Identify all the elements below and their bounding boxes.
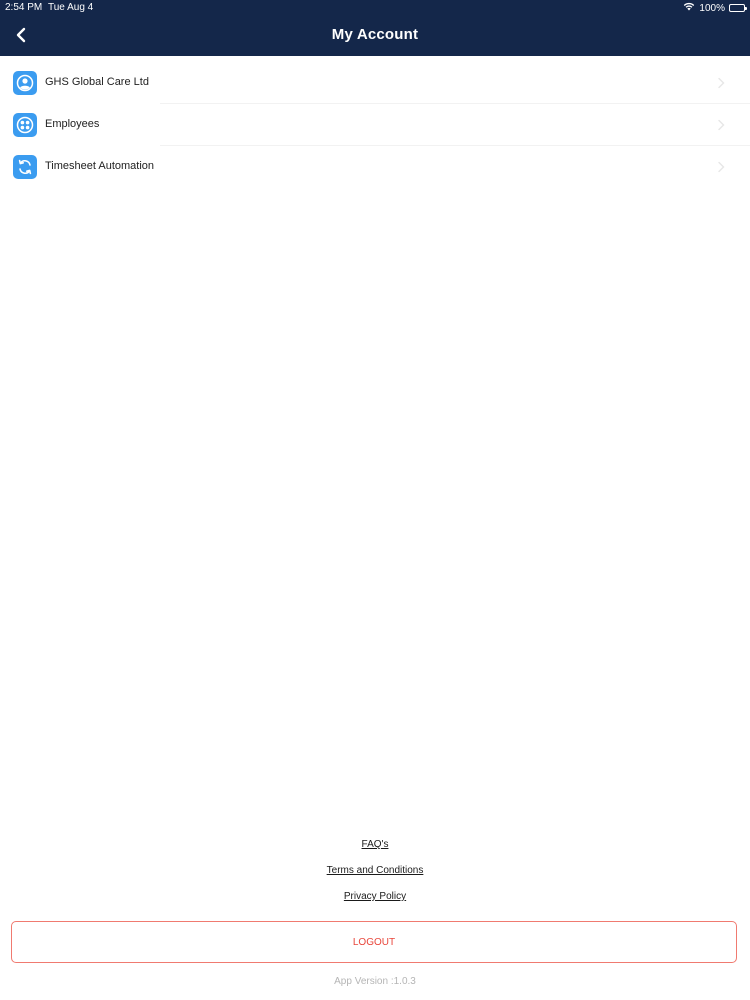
menu-item-label: Timesheet Automation — [45, 160, 155, 172]
app-version: App Version :1.0.3 — [334, 976, 416, 987]
user-icon — [13, 71, 37, 95]
logout-button[interactable]: LOGOUT — [11, 921, 737, 963]
chevron-right-icon — [718, 119, 725, 131]
menu-item-company[interactable]: GHS Global Care Ltd — [0, 62, 750, 104]
status-bar: 2:54 PM Tue Aug 4 100% — [0, 0, 750, 16]
menu-item-timesheet-automation[interactable]: Timesheet Automation — [0, 146, 750, 188]
battery-percent: 100% — [699, 2, 725, 14]
menu-item-label: Employees — [45, 118, 100, 130]
page-title: My Account — [331, 26, 419, 43]
chevron-right-icon — [718, 77, 725, 89]
header-bar: 2:54 PM Tue Aug 4 100% My Account — [0, 0, 750, 56]
chevron-right-icon — [718, 161, 725, 173]
privacy-link[interactable]: Privacy Policy — [0, 891, 750, 902]
account-menu: GHS Global Care Ltd Employees Timesheet … — [0, 62, 750, 188]
status-time: 2:54 PM — [5, 2, 43, 13]
status-date: Tue Aug 4 — [48, 2, 94, 13]
battery-icon — [729, 4, 747, 12]
wifi-icon — [683, 2, 695, 14]
terms-link[interactable]: Terms and Conditions — [0, 865, 750, 876]
menu-item-employees[interactable]: Employees — [0, 104, 750, 146]
sync-icon — [13, 155, 37, 179]
my-account-screen: 2:54 PM Tue Aug 4 100% My Account GHS Gl… — [0, 0, 750, 1000]
menu-item-label: GHS Global Care Ltd — [45, 76, 149, 88]
faq-link[interactable]: FAQ's — [0, 839, 750, 850]
status-right: 100% — [683, 2, 747, 14]
employees-icon — [13, 113, 37, 137]
